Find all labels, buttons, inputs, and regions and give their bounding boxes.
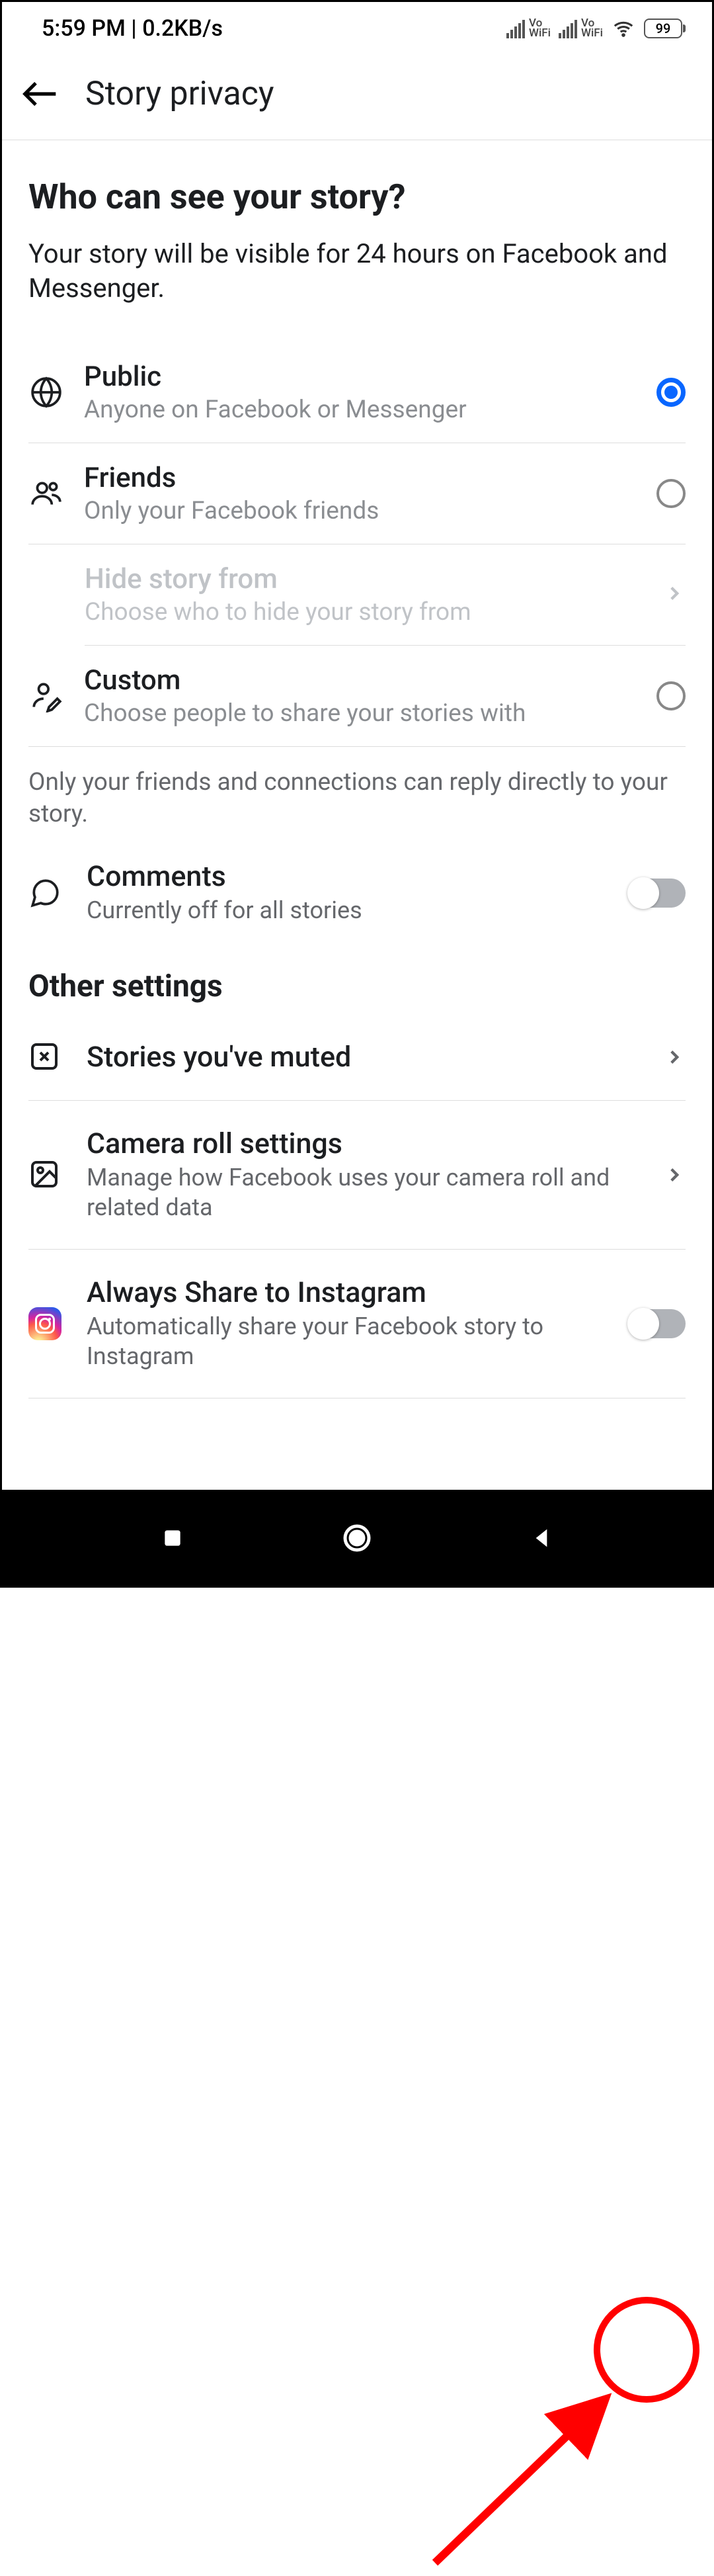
annotation-arrow xyxy=(428,2391,640,2576)
person-edit-icon xyxy=(28,678,64,714)
option-custom-title: Custom xyxy=(84,664,630,697)
chevron-right-icon xyxy=(663,582,686,605)
app-header: Story privacy xyxy=(2,48,712,140)
radio-public[interactable] xyxy=(656,378,686,407)
comments-row[interactable]: Comments Currently off for all stories xyxy=(28,853,686,952)
chevron-right-icon xyxy=(663,1046,686,1068)
status-time-data: 5:59 PM | 0.2KB/s xyxy=(42,15,223,42)
option-custom-sub: Choose people to share your stories with xyxy=(84,699,630,728)
camera-roll-row[interactable]: Camera roll settings Manage how Facebook… xyxy=(28,1101,686,1250)
option-hide-sub: Choose who to hide your story from xyxy=(85,598,637,626)
camera-sub: Manage how Facebook uses your camera rol… xyxy=(87,1163,638,1223)
back-arrow-icon[interactable] xyxy=(22,75,59,112)
image-icon xyxy=(28,1158,61,1191)
signal-indicator-2: VoWiFi xyxy=(559,19,603,39)
option-public[interactable]: Public Anyone on Facebook or Messenger xyxy=(28,342,686,443)
globe-icon xyxy=(28,374,64,410)
option-public-sub: Anyone on Facebook or Messenger xyxy=(84,396,630,424)
comments-sub: Currently off for all stories xyxy=(87,896,604,925)
signal-indicator-1: VoWiFi xyxy=(506,19,551,39)
comment-icon xyxy=(28,877,61,910)
battery-indicator: 99 xyxy=(644,19,686,38)
instagram-toggle[interactable] xyxy=(629,1309,686,1338)
recent-apps-icon[interactable] xyxy=(159,1525,186,1551)
chevron-right-icon xyxy=(663,1164,686,1186)
option-friends-sub: Only your Facebook friends xyxy=(84,497,630,525)
status-bar: 5:59 PM | 0.2KB/s VoWiFi VoWiFi 99 xyxy=(2,2,712,48)
reply-info-text: Only your friends and connections can re… xyxy=(28,747,686,853)
page-title: Story privacy xyxy=(85,75,274,113)
section-desc: Your story will be visible for 24 hours … xyxy=(28,237,686,306)
instagram-share-row[interactable]: Always Share to Instagram Automatically … xyxy=(28,1250,686,1398)
annotation-circle xyxy=(594,2297,699,2403)
option-public-title: Public xyxy=(84,361,630,393)
option-custom[interactable]: Custom Choose people to share your stori… xyxy=(28,646,686,747)
radio-custom[interactable] xyxy=(656,681,686,710)
home-icon[interactable] xyxy=(341,1522,373,1554)
option-friends-title: Friends xyxy=(84,462,630,494)
x-box-icon xyxy=(28,1041,61,1074)
radio-friends[interactable] xyxy=(656,479,686,508)
muted-title: Stories you've muted xyxy=(87,1041,638,1074)
people-icon xyxy=(28,476,64,511)
status-right: VoWiFi VoWiFi 99 xyxy=(506,19,686,39)
instagram-icon xyxy=(28,1307,61,1340)
camera-title: Camera roll settings xyxy=(87,1127,638,1160)
wifi-icon xyxy=(611,19,636,38)
insta-title: Always Share to Instagram xyxy=(87,1276,604,1309)
muted-stories-row[interactable]: Stories you've muted xyxy=(28,1014,686,1101)
back-icon[interactable] xyxy=(528,1525,555,1551)
option-friends[interactable]: Friends Only your Facebook friends xyxy=(28,443,686,544)
section-title: Who can see your story? xyxy=(28,177,686,217)
comments-toggle[interactable] xyxy=(629,879,686,908)
comments-title: Comments xyxy=(87,860,604,893)
insta-sub: Automatically share your Facebook story … xyxy=(87,1312,604,1371)
option-hide-from: Hide story from Choose who to hide your … xyxy=(85,544,686,646)
option-hide-title: Hide story from xyxy=(85,563,637,595)
other-settings-title: Other settings xyxy=(28,952,686,1014)
system-nav-bar xyxy=(2,1490,712,1586)
